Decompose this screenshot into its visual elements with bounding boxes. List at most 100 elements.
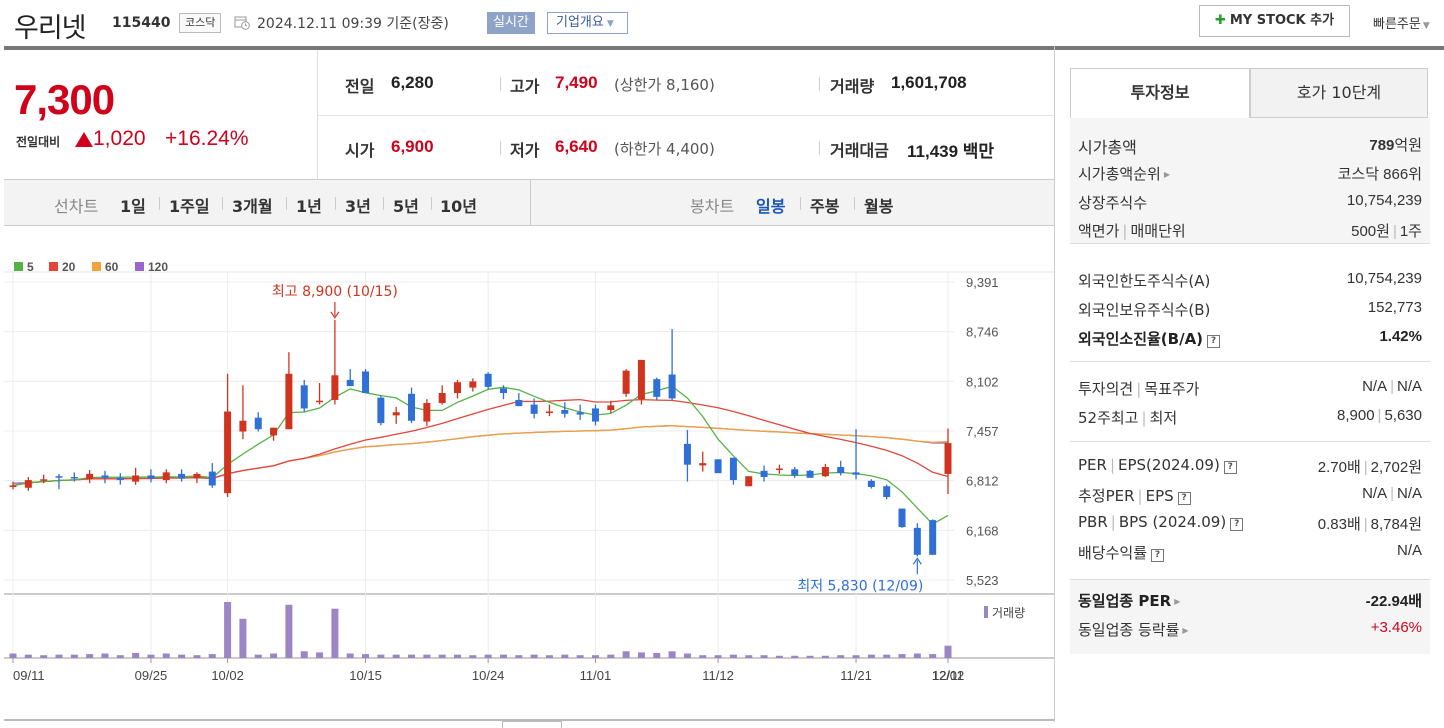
period-1w[interactable]: 1주일 [169,193,210,217]
candle-body [484,373,492,387]
company-overview-dropdown[interactable]: 기업개요 ▼ [547,12,628,34]
candle-body [515,399,523,407]
timestamp: 2024.12.11 09:39 기준(장중) [257,16,449,32]
opinion-value: N/A | N/A [1362,378,1422,395]
period-5y[interactable]: 5년 [393,193,419,217]
help-icon[interactable]: ? [1207,335,1221,348]
volume-bar [545,655,553,658]
foreign-hold-label: 외국인보유주식수(B) [1078,301,1211,319]
prev-close-value: 6,280 [391,73,434,92]
volume-bar [561,654,569,658]
candle-body [913,527,921,555]
add-mystock-button[interactable]: ✚ MY STOCK 추가 [1199,5,1350,37]
market-cap-rank-row[interactable]: 시가총액순위 ▶ 코스닥 866위 [1078,163,1422,191]
volume-bar [714,655,722,658]
volume-bar [576,655,584,658]
candle-weekly[interactable]: 주봉 [810,193,839,217]
est-per-label: 추정PER | EPS? [1078,485,1191,506]
price-chart[interactable]: 9,391 8,746 8,102 7,457 6,812 6,168 5,523 09/11… [4,226,1054,722]
period-1y[interactable]: 1년 [296,193,322,217]
candle-body [499,388,507,394]
candle-body [729,457,737,481]
candle-body [883,486,891,498]
candle-body [270,427,278,436]
candle-body [929,520,937,555]
high-value: 7,490 [555,73,598,92]
foreign-hold-row: 외국인보유주식수(B) 152,773 [1078,299,1422,327]
candle-body [362,371,370,394]
help-icon[interactable]: ? [1230,518,1244,531]
chevron-right-icon: ▶ [1174,597,1181,606]
candle-body [9,485,17,487]
candle-body [683,443,691,465]
candle-body [653,379,661,397]
prev-close-label: 전일 [345,77,375,96]
volume-bar [530,654,538,658]
help-icon[interactable]: ? [1151,549,1165,562]
volume-bar [760,655,768,658]
low-label: 저가 [510,141,540,160]
candle-body [377,397,385,424]
dividend-row: 배당수익률? N/A [1078,542,1422,570]
volume-bar [683,653,691,658]
foreign-limit-label: 외국인한도주식수(A) [1078,272,1211,290]
candle-body [561,409,569,414]
ma-line-5 [12,385,949,525]
period-3y[interactable]: 3년 [345,193,371,217]
period-3m[interactable]: 3개월 [232,193,273,217]
candle-body [454,382,462,394]
y-tick-label: 6,168 [966,523,999,538]
sector-change-row[interactable]: 동일업종 등락률 ▶ +3.46% [1078,619,1422,647]
candle-body [668,374,676,399]
realtime-button[interactable]: 실시간 [487,12,535,34]
candle-monthly[interactable]: 월봉 [864,193,893,217]
separator [819,141,820,155]
help-icon[interactable]: ? [1177,492,1191,505]
volume-bar [944,645,952,658]
candle-body [147,475,155,479]
candle-body [806,470,814,478]
sector-per-row[interactable]: 동일업종 PER ▶ -22.94배 [1078,590,1422,618]
candle-body [837,466,845,474]
volume-bar [178,654,186,658]
volume-bar [362,654,370,658]
volume-bar [86,654,94,658]
period-1d[interactable]: 1일 [120,193,146,217]
stock-code: 115440 [112,15,171,31]
listed-shares-label: 상장주식수 [1078,194,1148,212]
sector-change-value: +3.46% [1370,619,1422,636]
tab-investment-info[interactable]: 투자정보 [1070,68,1250,118]
candle-body [70,476,78,479]
market-cap-value: 789억원 [1369,134,1422,155]
period-10y[interactable]: 10년 [440,193,477,217]
volume-bar [622,651,630,658]
help-icon[interactable]: ? [1223,461,1237,474]
market-cap-rank-value: 코스닥 866위 [1337,166,1422,183]
quick-order-dropdown[interactable]: 빠른주문 ▼ [1373,13,1430,32]
chart-scroll-handle[interactable] [502,721,562,728]
volume-bar [469,655,477,658]
x-tick-label: 11/12 [702,668,734,683]
volume-bar [837,655,845,658]
volume-bar [423,654,431,658]
x-tick-label: 11/01 [580,668,612,683]
volume-bar [270,653,278,658]
sector-change-label: 동일업종 등락률 ▶ [1078,621,1189,639]
volume-bar [821,655,829,658]
tab-orderbook-10[interactable]: 호가 10단계 [1250,68,1428,118]
volume-bar [162,653,170,658]
volume-bar [745,655,753,658]
candle-body [530,404,538,414]
candle-body [24,480,32,488]
candle-body [193,473,201,479]
max-annotation: 최고 8,900 (10/15) [272,284,398,300]
foreign-ratio-value: 1.42% [1379,328,1422,345]
legend-label: 120 [148,260,168,274]
per-row: PER | EPS(2024.09)? 2.70배 | 2,702원 [1078,456,1422,484]
calendar-clock-icon [234,16,250,30]
chevron-right-icon: ▶ [1163,170,1170,179]
par-unit-label: 액면가 | 매매단위 [1078,222,1186,240]
candle-daily[interactable]: 일봉 [756,193,785,217]
volume-bar [791,655,799,658]
candle-body [760,470,768,477]
